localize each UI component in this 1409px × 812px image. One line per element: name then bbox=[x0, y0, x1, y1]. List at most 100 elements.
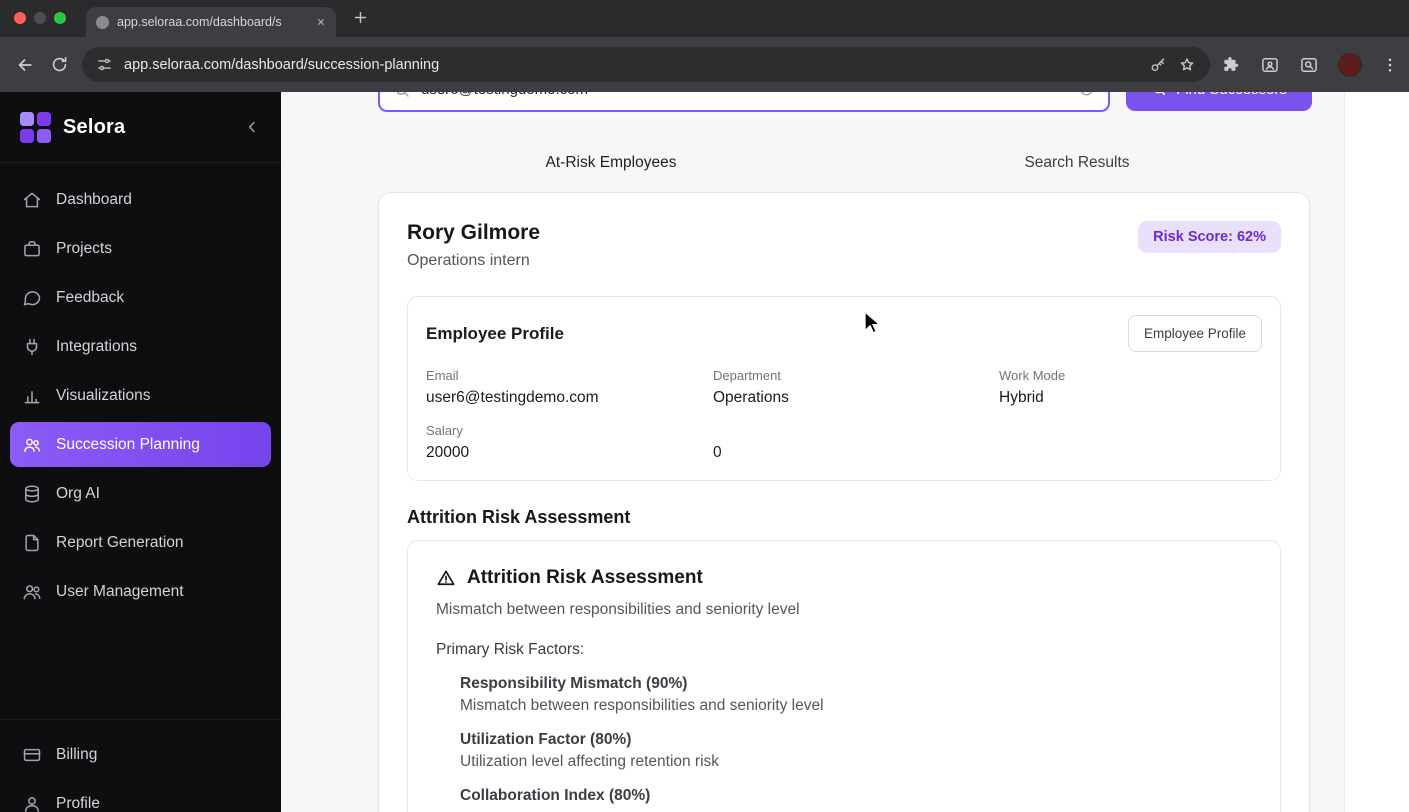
menu-dots-icon[interactable] bbox=[1381, 56, 1399, 74]
field-value: 0 bbox=[713, 444, 722, 461]
reload-icon[interactable] bbox=[42, 48, 76, 82]
employee-card-header: Rory Gilmore Operations intern Risk Scor… bbox=[407, 221, 1281, 270]
browser-toolbar: app.seloraa.com/dashboard/succession-pla… bbox=[0, 37, 1409, 92]
employee-profile-header: Employee Profile Employee Profile bbox=[426, 315, 1262, 352]
field-label: Work Mode bbox=[999, 368, 1066, 383]
user-icon bbox=[22, 794, 42, 812]
url-text: app.seloraa.com/dashboard/succession-pla… bbox=[124, 56, 440, 73]
loading-spinner-icon bbox=[1078, 92, 1095, 98]
search-box bbox=[378, 92, 1110, 112]
bookmark-star-icon[interactable] bbox=[1178, 56, 1196, 74]
field-value: Hybrid bbox=[999, 389, 1044, 406]
field-label bbox=[713, 423, 999, 439]
sidebar-item-org-ai[interactable]: Org AI bbox=[0, 469, 281, 518]
employee-profile-title: Employee Profile bbox=[426, 323, 564, 343]
successor-search-row: Find Successors bbox=[378, 92, 1312, 112]
risk-factor-desc: Mismatch between responsibilities and se… bbox=[460, 697, 824, 714]
sidebar-item-visualizations[interactable]: Visualizations bbox=[0, 371, 281, 420]
employee-profile-fields: Email user6@testingdemo.com Department O… bbox=[426, 368, 1262, 462]
home-icon bbox=[22, 190, 42, 210]
sidebar-item-user-management[interactable]: User Management bbox=[0, 567, 281, 616]
main-content: Find Successors At-Risk Employees Search… bbox=[281, 92, 1409, 812]
people-icon bbox=[22, 435, 42, 455]
sidebar-item-feedback[interactable]: Feedback bbox=[0, 273, 281, 322]
primary-risk-factors-label: Primary Risk Factors: bbox=[436, 641, 585, 658]
field-label: Email bbox=[426, 368, 459, 383]
sidebar-item-projects[interactable]: Projects bbox=[0, 224, 281, 273]
search-icon bbox=[393, 92, 411, 99]
risk-factor: Utilization Factor (80%) Utilization lev… bbox=[460, 731, 1252, 771]
window-user-icon[interactable] bbox=[1260, 55, 1280, 75]
sidebar-collapse-icon[interactable] bbox=[243, 118, 261, 136]
search-input[interactable] bbox=[421, 92, 1068, 98]
sidebar-item-label: User Management bbox=[56, 582, 184, 600]
field-unlabeled: 0 bbox=[713, 423, 999, 462]
window-controls bbox=[14, 12, 66, 24]
browser-tab[interactable]: app.seloraa.com/dashboard/s bbox=[86, 7, 336, 37]
field-value: Operations bbox=[713, 389, 789, 406]
risk-score-badge: Risk Score: 62% bbox=[1138, 221, 1281, 253]
sidebar-item-label: Profile bbox=[56, 794, 100, 812]
sidebar-item-dashboard[interactable]: Dashboard bbox=[0, 175, 281, 224]
risk-factor: Responsibility Mismatch (90%) Mismatch b… bbox=[460, 675, 1252, 715]
field-label: Department bbox=[713, 368, 781, 383]
profile-avatar[interactable] bbox=[1338, 52, 1362, 77]
employee-identity: Rory Gilmore Operations intern bbox=[407, 221, 540, 270]
tab-title: app.seloraa.com/dashboard/s bbox=[117, 15, 282, 29]
brand-header: Selora bbox=[0, 92, 281, 163]
employee-role: Operations intern bbox=[407, 252, 530, 269]
minimize-window-button[interactable] bbox=[34, 12, 46, 24]
field-work-mode: Work Mode Hybrid bbox=[999, 368, 1262, 407]
risk-card-header: Attrition Risk Assessment bbox=[436, 567, 1252, 589]
sidebar-item-label: Feedback bbox=[56, 288, 125, 306]
sidebar-item-label: Org AI bbox=[56, 484, 100, 502]
extensions-puzzle-icon[interactable] bbox=[1222, 55, 1241, 74]
risk-factor-desc: Utilization level affecting retention ri… bbox=[460, 753, 720, 770]
risk-factor-title: Utilization Factor (80%) bbox=[460, 731, 632, 748]
find-successors-button[interactable]: Find Successors bbox=[1126, 92, 1312, 111]
employee-profile-button[interactable]: Employee Profile bbox=[1127, 315, 1262, 352]
message-icon bbox=[22, 288, 42, 308]
sidebar-item-profile[interactable]: Profile bbox=[0, 779, 281, 812]
back-icon[interactable] bbox=[8, 48, 42, 82]
toolbar-icons bbox=[1222, 52, 1399, 77]
url-bar[interactable]: app.seloraa.com/dashboard/succession-pla… bbox=[82, 47, 1210, 82]
password-key-icon[interactable] bbox=[1149, 56, 1167, 74]
sidebar-item-integrations[interactable]: Integrations bbox=[0, 322, 281, 371]
sidebar-item-label: Dashboard bbox=[56, 190, 132, 208]
sidebar-item-billing[interactable]: Billing bbox=[0, 730, 281, 779]
tab-at-risk-employees[interactable]: At-Risk Employees bbox=[378, 146, 844, 180]
field-value: 20000 bbox=[426, 444, 470, 461]
database-icon bbox=[22, 484, 42, 504]
zoom-window-button[interactable] bbox=[54, 12, 66, 24]
sidebar-item-label: Visualizations bbox=[56, 386, 151, 404]
tab-close-icon[interactable] bbox=[316, 17, 326, 27]
new-tab-button[interactable] bbox=[352, 9, 369, 26]
sidebar-item-label: Billing bbox=[56, 745, 98, 763]
site-info-icon[interactable] bbox=[96, 56, 113, 73]
results-tabs: At-Risk Employees Search Results bbox=[378, 146, 1310, 180]
sidebar-item-report-generation[interactable]: Report Generation bbox=[0, 518, 281, 567]
sidebar: Selora Dashboard Projects Feedback Integ… bbox=[0, 92, 281, 812]
tab-search-results[interactable]: Search Results bbox=[844, 146, 1310, 180]
chart-icon bbox=[22, 386, 42, 406]
tab-favicon-icon bbox=[96, 15, 109, 29]
field-email: Email user6@testingdemo.com bbox=[426, 368, 713, 407]
sidebar-item-succession-planning[interactable]: Succession Planning bbox=[10, 422, 271, 467]
brand-name: Selora bbox=[63, 115, 126, 138]
warning-icon bbox=[436, 568, 456, 588]
briefcase-icon bbox=[22, 239, 42, 259]
sidebar-footer: Billing Profile bbox=[0, 719, 281, 812]
field-salary: Salary 20000 bbox=[426, 423, 713, 462]
tab-search-icon[interactable] bbox=[1299, 55, 1319, 75]
credit-card-icon bbox=[22, 745, 42, 765]
field-label: Salary bbox=[426, 423, 463, 438]
risk-subtitle: Mismatch between responsibilities and se… bbox=[436, 601, 800, 618]
risk-factor: Collaboration Index (80%) bbox=[460, 787, 1252, 805]
document-icon bbox=[22, 533, 42, 553]
risk-factor-title: Collaboration Index (80%) bbox=[460, 787, 651, 804]
plug-icon bbox=[22, 337, 42, 357]
sidebar-item-label: Succession Planning bbox=[56, 435, 200, 453]
sidebar-item-label: Report Generation bbox=[56, 533, 184, 551]
close-window-button[interactable] bbox=[14, 12, 26, 24]
